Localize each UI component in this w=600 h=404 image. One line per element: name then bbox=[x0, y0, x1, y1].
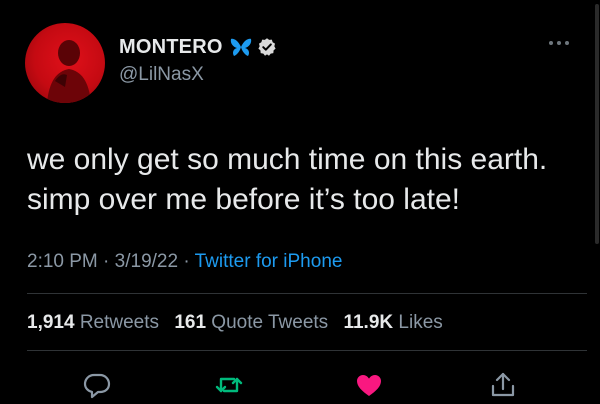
divider bbox=[27, 350, 587, 351]
tweet-text: we only get so much time on this earth. … bbox=[27, 143, 548, 216]
retweet-icon[interactable] bbox=[214, 370, 244, 400]
likes-label: Likes bbox=[398, 312, 443, 333]
like-icon[interactable] bbox=[354, 370, 384, 400]
verified-badge-icon bbox=[258, 38, 276, 56]
divider bbox=[27, 293, 587, 294]
share-icon[interactable] bbox=[488, 370, 518, 400]
likes-stat[interactable]: 11.9K Likes bbox=[343, 312, 452, 333]
tweet-date[interactable]: 3/19/22 bbox=[115, 251, 178, 272]
butterfly-icon bbox=[230, 38, 251, 56]
quote-tweets-count: 161 bbox=[174, 312, 207, 333]
likes-count: 11.9K bbox=[343, 312, 394, 333]
tweet-time[interactable]: 2:10 PM bbox=[27, 251, 98, 272]
more-options-icon[interactable] bbox=[548, 38, 570, 48]
tweet-meta: 2:10 PM · 3/19/22 · Twitter for iPhone bbox=[27, 251, 342, 273]
avatar-photo bbox=[47, 40, 91, 103]
author-name-row: MONTERO bbox=[119, 34, 277, 60]
retweets-label: Retweets bbox=[79, 312, 160, 333]
author-handle[interactable]: @LilNasX bbox=[119, 64, 204, 86]
quote-tweets-stat[interactable]: 161 Quote Tweets bbox=[174, 312, 338, 333]
scrollbar-thumb[interactable] bbox=[595, 4, 599, 244]
retweets-count: 1,914 bbox=[27, 312, 75, 333]
tweet-detail: MONTERO @LilNasX we only get so much tim… bbox=[0, 0, 600, 404]
retweets-stat[interactable]: 1,914 Retweets bbox=[27, 312, 169, 333]
tweet-source[interactable]: Twitter for iPhone bbox=[195, 251, 343, 272]
display-name[interactable]: MONTERO bbox=[119, 36, 223, 59]
avatar[interactable] bbox=[25, 23, 105, 103]
meta-separator: · bbox=[183, 251, 190, 272]
meta-separator: · bbox=[103, 251, 110, 272]
quote-tweets-label: Quote Tweets bbox=[211, 312, 329, 333]
tweet-stats: 1,914 Retweets 161 Quote Tweets 11.9K Li… bbox=[27, 312, 453, 334]
reply-icon[interactable] bbox=[82, 370, 112, 400]
